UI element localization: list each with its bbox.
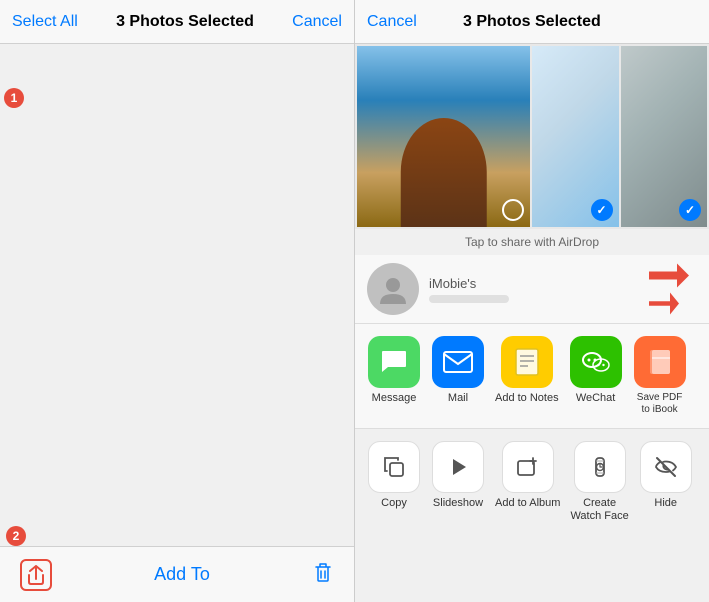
arrow-indicator — [649, 264, 689, 315]
left-panel: Select All 3 Photos Selected Cancel 1 ♡ … — [0, 0, 355, 602]
slideshow-icon — [432, 441, 484, 493]
share-row: Message Mail Add to Notes — [355, 332, 709, 420]
action-row: Copy Slideshow Add to Album — [355, 429, 709, 535]
airdrop-hint: Tap to share with AirDrop — [355, 229, 709, 255]
right-panel: Cancel 3 Photos Selected ✓ ✓ Tap to shar… — [355, 0, 709, 602]
badge-1: 1 — [4, 88, 24, 108]
share-button[interactable] — [20, 559, 52, 591]
share-message[interactable]: Message — [363, 332, 425, 420]
check-circle-preview[interactable]: ✓ — [591, 199, 613, 221]
ibook-label: Save PDFto iBook — [637, 392, 683, 416]
notes-icon — [501, 336, 553, 388]
message-icon — [368, 336, 420, 388]
contacts-row: iMobie's — [355, 255, 709, 324]
add-album-icon — [502, 441, 554, 493]
action-copy[interactable]: Copy — [363, 437, 425, 527]
select-all-button[interactable]: Select All — [12, 13, 78, 31]
action-slideshow[interactable]: Slideshow — [427, 437, 489, 527]
action-watch-face[interactable]: CreateWatch Face — [566, 437, 632, 527]
contact-sub — [429, 295, 509, 303]
contact-avatar[interactable] — [367, 263, 419, 315]
hide-label: Hide — [654, 497, 677, 510]
copy-icon — [368, 441, 420, 493]
ibook-icon — [634, 336, 686, 388]
add-to-button[interactable]: Add To — [154, 564, 210, 585]
slideshow-label: Slideshow — [433, 497, 483, 510]
hide-icon — [640, 441, 692, 493]
preview-cell-beach[interactable] — [357, 46, 530, 227]
preview-cell-cabin[interactable]: ✓ — [621, 46, 708, 227]
right-toolbar: Cancel 3 Photos Selected — [355, 0, 709, 44]
left-cancel-button[interactable]: Cancel — [292, 13, 342, 31]
left-toolbar: Select All 3 Photos Selected Cancel — [0, 0, 354, 44]
share-ibook[interactable]: Save PDFto iBook — [629, 332, 691, 420]
badge-2: 2 — [6, 526, 26, 546]
share-mail[interactable]: Mail — [427, 332, 489, 420]
check-circle-preview[interactable]: ✓ — [679, 199, 701, 221]
trash-button[interactable] — [312, 561, 334, 589]
share-notes[interactable]: Add to Notes — [491, 332, 563, 420]
action-add-album[interactable]: Add to Album — [491, 437, 564, 527]
watch-face-label: CreateWatch Face — [570, 497, 628, 523]
message-label: Message — [372, 392, 417, 405]
preview-cell-snow[interactable]: ✓ — [532, 46, 619, 227]
notes-label: Add to Notes — [495, 392, 559, 405]
check-circle-preview[interactable] — [502, 199, 524, 221]
share-actions: Message Mail Add to Notes — [355, 324, 709, 429]
wechat-icon — [570, 336, 622, 388]
wechat-label: WeChat — [576, 392, 616, 405]
copy-label: Copy — [381, 497, 407, 510]
selected-photos-preview: ✓ ✓ — [355, 44, 709, 229]
photo-grid: ♡ ♡ ♡ ♡ ♡ ♡ ♡ ♡ — [0, 44, 354, 54]
action-hide[interactable]: Hide — [635, 437, 697, 527]
mail-icon — [432, 336, 484, 388]
right-cancel-button[interactable]: Cancel — [367, 13, 417, 31]
right-title: 3 Photos Selected — [463, 13, 601, 31]
watch-face-icon — [574, 441, 626, 493]
bottom-toolbar: 2 Add To — [0, 546, 354, 602]
share-wechat[interactable]: WeChat — [565, 332, 627, 420]
add-album-label: Add to Album — [495, 497, 560, 510]
left-title: 3 Photos Selected — [116, 13, 254, 31]
mail-label: Mail — [448, 392, 468, 405]
